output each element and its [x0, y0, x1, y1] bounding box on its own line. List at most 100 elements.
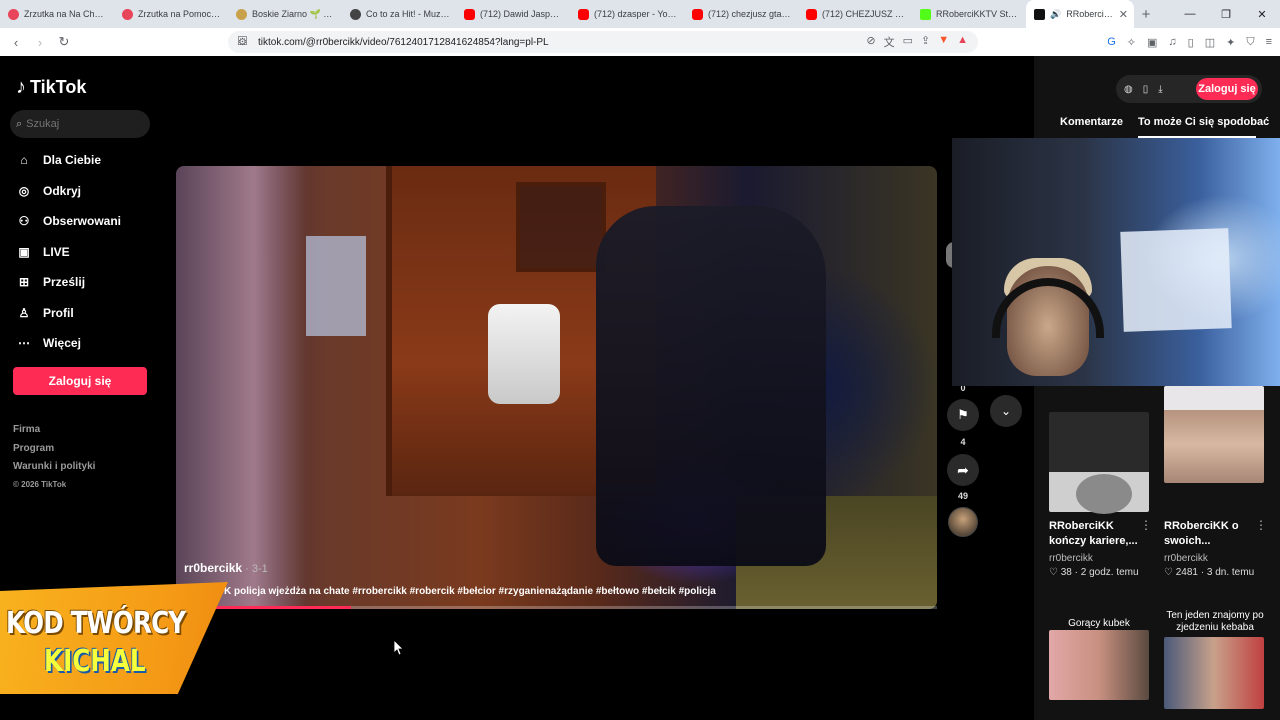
- save-count: 4: [960, 437, 966, 447]
- browser-tab[interactable]: (712) Dawid Jasper TV: [456, 0, 570, 28]
- brave-shield-icon[interactable]: ▼: [938, 34, 949, 50]
- thumbnail-caption: Ten jeden znajomy po zjedzeniu kebaba: [1166, 610, 1264, 633]
- header-login-button[interactable]: Zaloguj się: [1196, 78, 1258, 100]
- reload-icon[interactable]: ↻: [54, 32, 74, 52]
- card-title[interactable]: RRoberciKK o swoich...: [1164, 519, 1256, 549]
- cast-icon[interactable]: ▭: [903, 34, 913, 50]
- close-tab-icon[interactable]: ✕: [1119, 8, 1128, 21]
- browser-tab[interactable]: (712) CHEZJUSZ GRA: [798, 0, 912, 28]
- music-icon[interactable]: ♫: [1168, 36, 1176, 48]
- suggested-thumbnail[interactable]: [1049, 630, 1149, 700]
- tab-label: (712) dzasper - YouTub: [594, 9, 678, 19]
- video-player[interactable]: [176, 166, 937, 609]
- tab-favicon-icon: [350, 8, 361, 20]
- tab-suggested[interactable]: To może Ci się spodobać: [1138, 116, 1269, 128]
- video-author[interactable]: rr0bercikk · 3-1: [184, 561, 268, 575]
- sidebar-item-for-you[interactable]: ⌂ Dla Ciebie: [16, 152, 101, 168]
- device-icon[interactable]: ▯: [1143, 84, 1149, 95]
- card-title[interactable]: RRoberciKK kończy kariere,...: [1049, 519, 1141, 549]
- pepe-thumbnail: [1076, 474, 1132, 514]
- new-tab-button[interactable]: +: [1134, 6, 1158, 23]
- sidebar-item-label: LIVE: [43, 245, 70, 259]
- screenshot-icon[interactable]: ▣: [1147, 36, 1157, 49]
- wallet-icon[interactable]: ◫: [1205, 36, 1215, 49]
- more-options-icon[interactable]: ⋮: [1140, 518, 1152, 532]
- banner-line1: KOD TWÓRCY: [6, 606, 186, 641]
- footer-link-program[interactable]: Program: [13, 443, 54, 454]
- sidebar-item-label: Obserwowani: [43, 214, 122, 228]
- footer-link-company[interactable]: Firma: [13, 424, 40, 435]
- tracking-icon[interactable]: ⊘: [866, 34, 875, 50]
- share-button[interactable]: ➦: [947, 454, 979, 486]
- sound-avatar[interactable]: [948, 507, 978, 537]
- logo-text: TikTok: [30, 77, 87, 97]
- login-button[interactable]: Zaloguj się: [13, 367, 147, 395]
- tiktok-logo[interactable]: ♪ TikTok: [16, 76, 86, 99]
- home-icon: ⌂: [20, 153, 28, 167]
- mouse-cursor-icon: [394, 640, 404, 656]
- suggested-thumbnail[interactable]: [1164, 386, 1264, 483]
- tab-label: RRoberciKK po: [1066, 9, 1114, 19]
- tiktok-favicon-icon: [1034, 8, 1045, 20]
- browser-tab[interactable]: (712) chezjusz gta - Yo: [684, 0, 798, 28]
- sidebar-item-label: Dla Ciebie: [43, 153, 102, 167]
- vpn-icon[interactable]: ⛉: [1246, 36, 1254, 49]
- sidebar-item-following[interactable]: ⚇ Obserwowani: [16, 213, 121, 229]
- sidebar-item-label: Odkryj: [43, 184, 82, 198]
- card-author[interactable]: rr0bercikk: [1164, 553, 1208, 564]
- browser-tab[interactable]: Co to za Hit! - Muzycz: [342, 0, 456, 28]
- card-author[interactable]: rr0bercikk: [1049, 553, 1093, 564]
- leo-icon[interactable]: ✦: [1226, 36, 1235, 49]
- share-icon[interactable]: ⇪: [921, 34, 930, 50]
- webcam-whiteboard: [1120, 228, 1232, 332]
- bookmark-icon: ⚑: [957, 407, 969, 422]
- footer-link-terms[interactable]: Warunki i polityki: [13, 461, 95, 472]
- tab-favicon-icon: [122, 8, 133, 20]
- sidebar-item-profile[interactable]: ♙ Profil: [16, 305, 74, 321]
- compass-icon: ◎: [18, 184, 30, 198]
- download-icon[interactable]: ⤓: [1158, 84, 1162, 95]
- video-frame-person: [176, 166, 306, 609]
- video-progress-bar[interactable]: [176, 606, 937, 609]
- sidebar-item-label: Prześlij: [43, 275, 86, 289]
- rewards-icon[interactable]: ▲: [957, 34, 968, 50]
- browser-tab[interactable]: Zrzutka na Na Chore C: [0, 0, 114, 28]
- browser-tab[interactable]: (712) dzasper - YouTub: [570, 0, 684, 28]
- banner-line2: KICHAL: [44, 644, 146, 679]
- kick-favicon-icon: [920, 8, 931, 20]
- translate-extension-icon[interactable]: G: [1107, 36, 1116, 48]
- browser-tab[interactable]: Zrzutka na Pomoc dla: [114, 0, 228, 28]
- minimize-icon[interactable]: —: [1172, 0, 1208, 28]
- suggested-thumbnail[interactable]: [1164, 637, 1264, 709]
- forward-icon[interactable]: ›: [30, 32, 50, 52]
- sidebar-item-more[interactable]: ⋯ Więcej: [16, 335, 81, 351]
- sidebar-item-live[interactable]: ▣ LIVE: [16, 244, 70, 260]
- youtube-favicon-icon: [464, 8, 475, 20]
- extensions-icon[interactable]: ✧: [1127, 36, 1136, 49]
- sidebar-item-upload[interactable]: ⊞ Prześlij: [16, 274, 85, 290]
- copyright: © 2026 TikTok: [13, 480, 67, 489]
- search-box[interactable]: ⌕: [10, 110, 150, 138]
- browser-tab[interactable]: Boskie Ziarno 🌱 Reko: [228, 0, 342, 28]
- thumbnail-caption: Gorący kubek: [1068, 618, 1130, 629]
- browser-tab[interactable]: RRoberciKKTV Stream: [912, 0, 1026, 28]
- creator-code-banner: KOD TWÓRCY KICHAL: [0, 582, 228, 694]
- more-options-icon[interactable]: ⋮: [1255, 518, 1267, 532]
- bookmark-icon[interactable]: ☐: [237, 34, 248, 48]
- tiktok-logo-icon: ♪: [16, 76, 26, 98]
- search-input[interactable]: [26, 118, 137, 130]
- translate-icon[interactable]: 文: [884, 34, 895, 50]
- browser-tab-active[interactable]: 🔊 RRoberciKK po ✕: [1026, 0, 1134, 28]
- back-icon[interactable]: ‹: [6, 32, 26, 52]
- save-button[interactable]: ⚑: [947, 399, 979, 431]
- tab-comments[interactable]: Komentarze: [1060, 116, 1123, 128]
- coins-icon[interactable]: ◍: [1124, 84, 1133, 95]
- next-video-button[interactable]: ⌄: [990, 395, 1022, 427]
- restore-icon[interactable]: ❐: [1208, 0, 1244, 28]
- menu-icon[interactable]: ≡: [1266, 36, 1272, 48]
- sidebar-icon[interactable]: ▯: [1188, 36, 1194, 49]
- close-window-icon[interactable]: ✕: [1244, 0, 1280, 28]
- tab-label: (712) chezjusz gta - Yo: [708, 9, 792, 19]
- sidebar-item-explore[interactable]: ◎ Odkryj: [16, 183, 81, 199]
- address-bar[interactable]: ⚙ tiktok.com/@rr0bercikk/video/761240171…: [228, 31, 978, 53]
